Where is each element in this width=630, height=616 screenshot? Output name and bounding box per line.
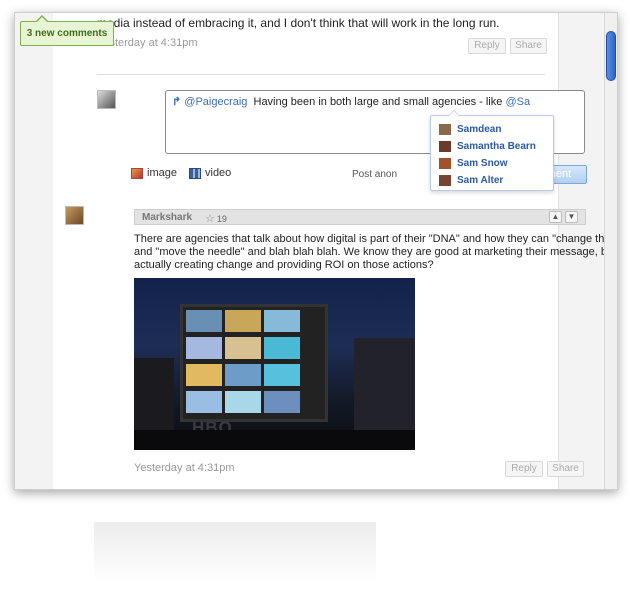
room <box>186 391 222 413</box>
left-gutter <box>15 13 54 489</box>
reply-arrow-icon: ↱ <box>172 96 182 108</box>
video-icon <box>189 167 201 179</box>
comment-feed: media instead of embracing it, and I don… <box>53 13 617 489</box>
room <box>225 310 261 332</box>
reply-button[interactable]: Reply <box>468 38 506 54</box>
video-label: video <box>205 167 232 179</box>
mention-option[interactable]: Sam Alter <box>439 173 503 187</box>
vertical-scrollbar[interactable] <box>604 13 617 489</box>
post-anonymous-option[interactable]: Post anon <box>352 169 397 180</box>
mention-option[interactable]: Samantha Bearn <box>439 139 536 153</box>
app-window: media instead of embracing it, and I don… <box>14 12 618 490</box>
room <box>264 391 300 413</box>
attach-video[interactable]: video <box>189 167 231 179</box>
mention-name: Samantha Bearn <box>457 140 536 152</box>
room <box>264 337 300 359</box>
room <box>264 364 300 386</box>
avatar <box>439 174 451 186</box>
comment-body: There are agencies that talk about how d… <box>134 233 618 272</box>
reply-to-mention: @Paigecraig <box>184 96 248 108</box>
comment-timestamp: Yesterday at 4:31pm <box>134 462 235 474</box>
typing-mention: @Sa <box>505 96 531 108</box>
image-label: image <box>147 167 177 179</box>
mention-dropdown: Samdean Samantha Bearn Sam Snow Sam Alte… <box>430 110 554 191</box>
avatar <box>439 157 451 169</box>
avatar <box>65 206 84 225</box>
thumbs-up-icon[interactable]: ▲ <box>549 211 562 223</box>
author-name[interactable]: Markshark <box>142 212 192 223</box>
room <box>264 310 300 332</box>
comment-header: Markshark ☆ 19 ▲ ▼ <box>134 209 586 225</box>
star-icon[interactable]: ☆ <box>205 212 215 225</box>
score: ☆ 19 <box>205 212 227 225</box>
mention-option[interactable]: Samdean <box>439 122 501 136</box>
new-comments-notification[interactable]: 3 new comments <box>20 15 114 46</box>
room <box>225 337 261 359</box>
divider <box>97 74 545 75</box>
comment-line: and "move the needle" and blah blah blah… <box>134 246 618 258</box>
avatar <box>439 140 451 152</box>
photo-building <box>180 304 328 422</box>
window-reflection <box>14 492 616 612</box>
room <box>225 391 261 413</box>
mention-name: Sam Alter <box>457 174 504 186</box>
share-button[interactable]: Share <box>547 461 584 477</box>
score-value: 19 <box>216 213 227 224</box>
mention-option[interactable]: Sam Snow <box>439 156 508 170</box>
scrollbar-thumb[interactable] <box>606 31 616 81</box>
avatar <box>439 123 451 135</box>
room <box>186 364 222 386</box>
image-icon <box>131 167 143 179</box>
composer-text: Having been in both large and small agen… <box>253 96 503 108</box>
room <box>225 364 261 386</box>
room <box>186 337 222 359</box>
thumbs-down-icon[interactable]: ▼ <box>565 211 578 223</box>
avatar <box>97 90 116 109</box>
share-button[interactable]: Share <box>510 38 547 54</box>
reply-button[interactable]: Reply <box>505 461 543 477</box>
attach-image[interactable]: image <box>131 167 177 179</box>
comment-text: media instead of embracing it, and I don… <box>97 16 500 30</box>
mention-name: Sam Snow <box>457 157 508 169</box>
comment-photo[interactable]: HBO <box>134 278 415 450</box>
comment-line: actually creating change and providing R… <box>134 259 434 271</box>
room <box>186 310 222 332</box>
photo-crowd <box>134 430 415 450</box>
comment-line: There are agencies that talk about how d… <box>134 233 618 245</box>
reflection-shape <box>94 522 376 582</box>
mention-name: Samdean <box>457 123 502 135</box>
